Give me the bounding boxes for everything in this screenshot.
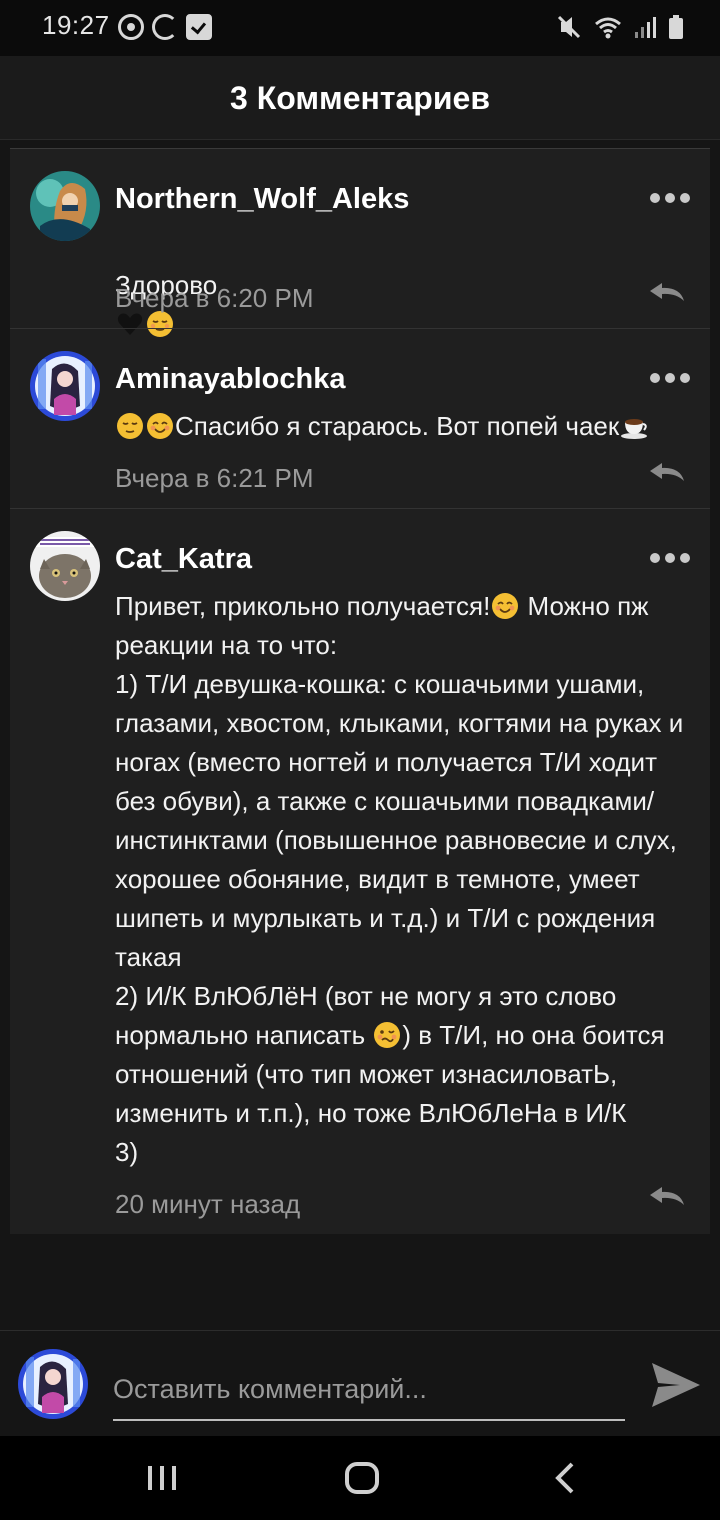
comment-text: Спасибо я стараюсь. Вот попей чаек <box>115 407 649 446</box>
more-options-icon[interactable] <box>650 193 690 203</box>
status-icons-right <box>556 14 684 40</box>
comment-item: Cat_Katra Привет, прикольно получается! … <box>10 508 710 1234</box>
comment-composer <box>0 1330 720 1436</box>
comment-body-part-1: Привет, прикольно получается! <box>115 591 491 621</box>
comment-username[interactable]: Northern_Wolf_Aleks <box>115 183 409 216</box>
smiling-face-emoji <box>147 413 173 439</box>
battery-icon <box>669 15 683 39</box>
page-title: 3 Комментариев <box>230 80 490 116</box>
hot-beverage-emoji <box>621 419 648 439</box>
comment-body: Спасибо я стараюсь. Вот попей чаек <box>175 411 620 441</box>
comment-timestamp: 20 минут назад <box>115 1189 301 1219</box>
comment-username[interactable]: Cat_Katra <box>115 543 252 576</box>
status-icons-left <box>118 14 212 40</box>
smiling-face-emoji <box>492 593 519 619</box>
reply-icon[interactable] <box>648 1185 686 1207</box>
comment-username[interactable]: Aminayablochka <box>115 363 345 396</box>
comments-list: Northern_Wolf_Aleks Здорово Вчера в 6:20… <box>10 148 710 1234</box>
comment-timestamp: Вчера в 6:21 PM <box>115 463 314 493</box>
comment-input[interactable] <box>113 1359 625 1421</box>
avatar[interactable] <box>30 171 100 241</box>
sync-icon <box>152 14 178 40</box>
system-nav-bar <box>0 1436 720 1520</box>
back-icon[interactable] <box>546 1458 586 1498</box>
comments-header: 3 Комментариев <box>0 56 720 140</box>
record-icon <box>118 14 144 40</box>
more-options-icon[interactable] <box>650 553 690 563</box>
signal-icon <box>635 17 656 38</box>
avatar[interactable] <box>30 351 100 421</box>
mute-icon <box>557 15 581 39</box>
comment-item: Northern_Wolf_Aleks Здорово Вчера в 6:20… <box>10 148 710 337</box>
relieved-face-emoji <box>117 413 143 439</box>
avatar[interactable] <box>30 531 100 601</box>
send-icon[interactable] <box>650 1361 702 1409</box>
avatar <box>18 1349 88 1419</box>
more-options-icon[interactable] <box>650 373 690 383</box>
comment-body-part-2: Можно пж реакции на то что: 1) Т/И девуш… <box>115 591 684 1050</box>
reply-icon[interactable] <box>648 461 686 483</box>
home-icon[interactable] <box>342 1458 382 1498</box>
recent-apps-icon[interactable] <box>142 1458 182 1498</box>
status-bar: 19:27 <box>0 0 720 56</box>
comment-text: Привет, прикольно получается! Можно пж р… <box>115 587 701 1172</box>
woozy-face-emoji <box>374 1022 401 1048</box>
comment-item: Aminayablochka Спасибо я стараюсь. Вот п… <box>10 328 710 508</box>
checkbox-icon <box>186 14 212 40</box>
status-time: 19:27 <box>42 10 110 40</box>
comment-timestamp: Вчера в 6:20 PM <box>115 283 314 313</box>
reply-icon[interactable] <box>648 281 686 303</box>
wifi-icon <box>595 17 621 39</box>
